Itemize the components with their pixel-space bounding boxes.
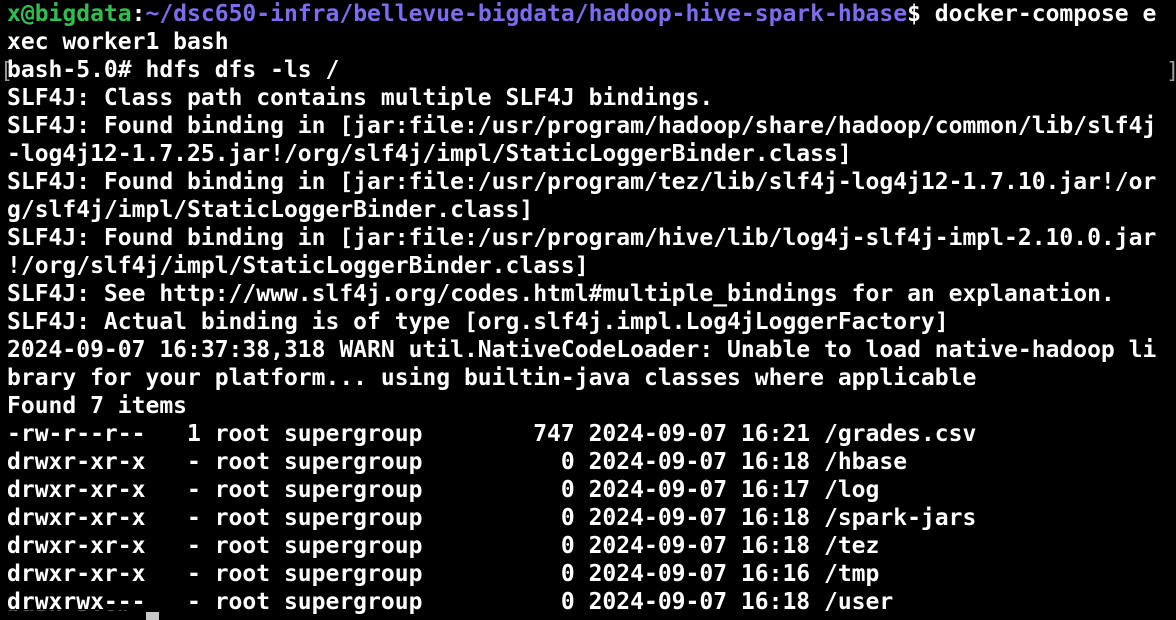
- listing-row: drwxr-xr-x - root supergroup 0 2024-09-0…: [7, 561, 880, 587]
- listing-row: drwxr-xr-x - root supergroup 0 2024-09-0…: [7, 505, 977, 531]
- prompt-command-continuation: xec worker1 bash: [7, 29, 229, 55]
- output-line: SLF4J: Found binding in [jar:file:/usr/p…: [7, 169, 1157, 195]
- listing-row: drwxr-xr-x - root supergroup 0 2024-09-0…: [7, 449, 908, 475]
- output-line: SLF4J: See http://www.slf4j.org/codes.ht…: [7, 281, 1115, 307]
- output-line: !/org/slf4j/impl/StaticLoggerBinder.clas…: [7, 253, 589, 279]
- output-line: SLF4J: Found binding in [jar:file:/usr/p…: [7, 113, 1157, 139]
- bash-command-line: bash-5.0# hdfs dfs -ls /: [7, 57, 340, 83]
- selection-bracket-right: ]: [1166, 58, 1176, 86]
- prompt-separator: :: [131, 1, 146, 27]
- prompt-command: docker-compose e: [934, 1, 1157, 27]
- listing-row: drwxrwx--- - root supergroup 0 2024-09-0…: [7, 589, 894, 615]
- next-prompt-text: bash-5.0#: [7, 610, 132, 618]
- output-line: Found 7 items: [7, 393, 188, 419]
- prompt-path: ~/dsc650-infra/bellevue-bigdata/hadoop-h…: [145, 1, 908, 27]
- output-line: -log4j12-1.7.25.jar!/org/slf4j/impl/Stat…: [7, 141, 852, 167]
- output-line: SLF4J: Class path contains multiple SLF4…: [7, 85, 714, 111]
- listing-row: -rw-r--r-- 1 root supergroup 747 2024-09…: [7, 421, 977, 447]
- shell-prompt-line: x@bigdata:~/dsc650-infra/bellevue-bigdat…: [7, 0, 1156, 28]
- next-prompt-partial: bash-5.0#: [7, 610, 137, 620]
- output-line: brary for your platform... using builtin…: [7, 365, 977, 391]
- listing-row: drwxr-xr-x - root supergroup 0 2024-09-0…: [7, 533, 880, 559]
- text-cursor: [146, 612, 159, 620]
- output-line: SLF4J: Found binding in [jar:file:/usr/p…: [7, 225, 1157, 251]
- listing-row: drwxr-xr-x - root supergroup 0 2024-09-0…: [7, 477, 880, 503]
- prompt-symbol: $: [907, 1, 935, 27]
- prompt-user-host: x@bigdata: [7, 1, 132, 27]
- output-line: 2024-09-07 16:37:38,318 WARN util.Native…: [7, 337, 1157, 363]
- output-line: SLF4J: Actual binding is of type [org.sl…: [7, 309, 949, 335]
- output-line: g/slf4j/impl/StaticLoggerBinder.class]: [7, 197, 534, 223]
- terminal-window[interactable]: x@bigdata:~/dsc650-infra/bellevue-bigdat…: [0, 0, 1176, 620]
